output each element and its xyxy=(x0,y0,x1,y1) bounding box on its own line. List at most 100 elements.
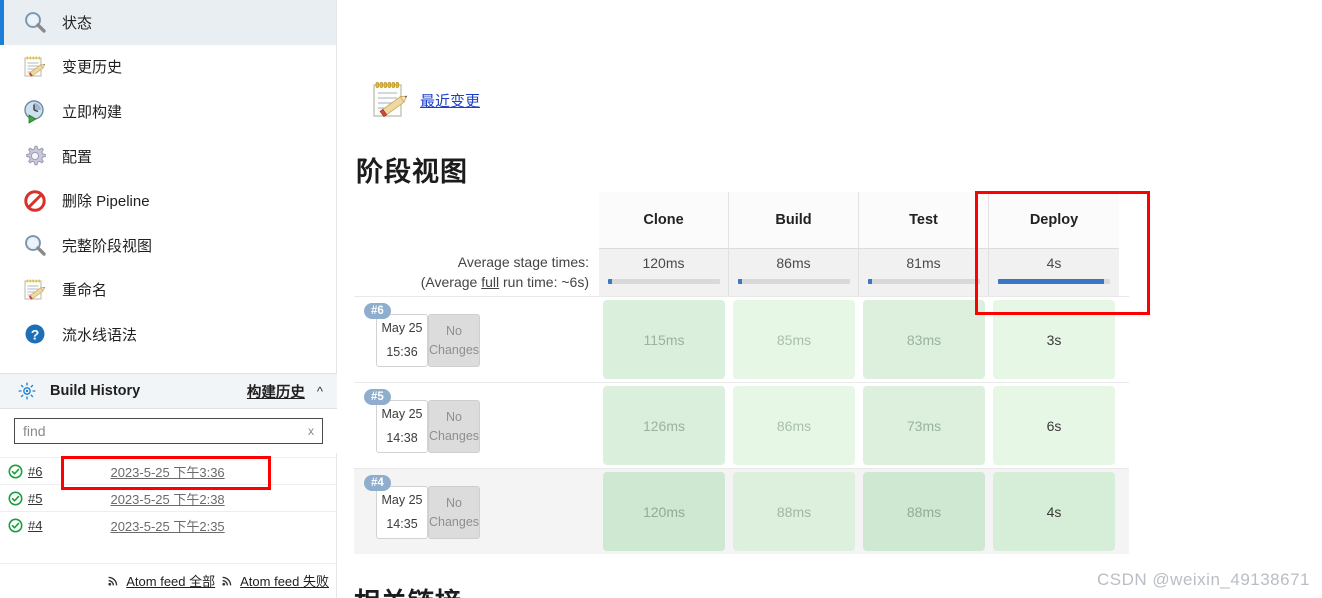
sidebar-item-label: 状态 xyxy=(62,14,93,32)
sidebar-item-label: 删除 Pipeline xyxy=(62,193,150,211)
build-changes-line1: No xyxy=(446,496,462,511)
build-number-link[interactable]: #5 xyxy=(28,491,42,506)
stage-cell-wrapper: 4s xyxy=(989,469,1119,554)
sidebar-item-1[interactable]: 状态 xyxy=(0,0,336,45)
sidebar-item-6[interactable]: 完整阶段视图 xyxy=(0,223,336,268)
build-changes-chip[interactable]: No Changes xyxy=(428,314,480,367)
stage-column-header: Test xyxy=(859,192,989,248)
rss-icon xyxy=(107,574,120,587)
build-date: May 25 xyxy=(381,406,423,421)
stage-duration-cell[interactable]: 73ms xyxy=(863,386,985,465)
success-check-icon xyxy=(8,491,23,506)
stage-view-build-row: #4 May 25 14:35 No Changes 120ms 88ms 88ms 4s xyxy=(354,468,1129,554)
stage-duration-cell[interactable]: 88ms xyxy=(733,472,855,551)
atom-feed-links: Atom feed 全部 Atom feed 失败 xyxy=(0,563,337,597)
average-stage-time-value: 81ms xyxy=(906,255,941,271)
stage-column-header: Deploy xyxy=(989,192,1119,248)
build-changes-line2: Changes xyxy=(428,342,480,357)
stage-duration-cell[interactable]: 4s xyxy=(993,472,1115,551)
atom-feed-link[interactable]: Atom feed 失败 xyxy=(240,571,329,590)
build-start-time-chip[interactable]: May 25 15:36 xyxy=(376,314,428,367)
average-stage-time-bar xyxy=(607,279,720,284)
stage-column-header: Clone xyxy=(599,192,729,248)
stage-view-average-cells: 120ms 86ms 81ms 4s xyxy=(599,248,1119,296)
stage-view-average-row: Average stage times: (Average full run t… xyxy=(354,248,1129,296)
build-time: 14:35 xyxy=(386,516,418,531)
search-input[interactable]: find x xyxy=(14,418,323,444)
build-date: May 25 xyxy=(381,320,423,335)
stage-view-header-lead xyxy=(354,192,599,248)
sidebar-item-label: 配置 xyxy=(62,148,93,166)
build-history-row[interactable]: #6 2023-5-25 下午3:36 xyxy=(0,457,337,484)
sun-gear-icon xyxy=(18,382,36,400)
sidebar-item-5[interactable]: 删除 Pipeline xyxy=(0,178,336,223)
related-links-heading: 相关链接 xyxy=(354,582,462,598)
gear-icon xyxy=(22,143,48,169)
success-check-icon xyxy=(8,518,23,533)
build-changes-line1: No xyxy=(446,410,462,425)
stage-duration-cell[interactable]: 120ms xyxy=(603,472,725,551)
stage-duration-cell[interactable]: 3s xyxy=(993,300,1115,379)
stage-cell-wrapper: 3s xyxy=(989,297,1119,382)
sidebar-item-4[interactable]: 配置 xyxy=(0,134,336,179)
build-changes-chip[interactable]: No Changes xyxy=(428,400,480,453)
build-history-row[interactable]: #5 2023-5-25 下午2:38 xyxy=(0,484,337,511)
stage-cell-wrapper: 88ms xyxy=(729,469,859,554)
build-changes-chip[interactable]: No Changes xyxy=(428,486,480,539)
stage-cell-wrapper: 126ms xyxy=(599,383,729,468)
build-history-header-right: 构建历史 ^ xyxy=(247,381,323,402)
magnifier-icon xyxy=(22,232,48,258)
notepad-pencil-icon xyxy=(22,54,48,80)
stage-duration-cell[interactable]: 85ms xyxy=(733,300,855,379)
build-history-row[interactable]: #4 2023-5-25 下午2:35 xyxy=(0,511,337,538)
build-info-cell: #6 May 25 15:36 No Changes xyxy=(354,297,599,382)
average-stage-time-cell: 81ms xyxy=(859,248,989,296)
page-root: 状态 变更历史 立即构建 配置 删除 Pipeline 完整阶段视图 重命名 ?… xyxy=(0,0,1322,598)
build-changes-line2: Changes xyxy=(428,514,480,529)
stage-cell-wrapper: 120ms xyxy=(599,469,729,554)
build-history-cn-label[interactable]: 构建历史 xyxy=(247,381,305,402)
chevron-up-icon[interactable]: ^ xyxy=(317,384,323,399)
stage-duration-cell[interactable]: 88ms xyxy=(863,472,985,551)
stage-duration-cell[interactable]: 126ms xyxy=(603,386,725,465)
stage-cell-wrapper: 88ms xyxy=(859,469,989,554)
build-date-link[interactable]: 2023-5-25 下午2:38 xyxy=(110,489,224,508)
stage-duration-cell[interactable]: 6s xyxy=(993,386,1115,465)
average-stage-time-value: 120ms xyxy=(642,255,685,271)
stage-view-header-cells: Clone Build Test Deploy xyxy=(599,192,1119,248)
build-date-link[interactable]: 2023-5-25 下午3:36 xyxy=(110,462,224,481)
search-input-placeholder: find xyxy=(23,423,46,439)
sidebar-item-8[interactable]: ? 流水线语法 xyxy=(0,312,336,357)
build-number-badge[interactable]: #4 xyxy=(364,475,391,491)
stage-duration-cell[interactable]: 86ms xyxy=(733,386,855,465)
build-number-link[interactable]: #6 xyxy=(28,464,42,479)
average-stage-time-cell: 120ms xyxy=(599,248,729,296)
build-number-link[interactable]: #4 xyxy=(28,518,42,533)
average-stage-time-value: 4s xyxy=(1046,255,1062,271)
stage-duration-cell[interactable]: 115ms xyxy=(603,300,725,379)
watermark: CSDN @weixin_49138671 xyxy=(1097,570,1310,589)
notepad-pencil-icon xyxy=(368,78,412,122)
build-number-badge[interactable]: #6 xyxy=(364,303,391,319)
clear-search-icon[interactable]: x xyxy=(308,424,314,438)
build-number-badge[interactable]: #5 xyxy=(364,389,391,405)
build-date-link[interactable]: 2023-5-25 下午2:35 xyxy=(110,516,224,535)
sidebar-item-2[interactable]: 变更历史 xyxy=(0,45,336,90)
stage-duration-cell[interactable]: 83ms xyxy=(863,300,985,379)
atom-feed-link[interactable]: Atom feed 全部 xyxy=(126,571,215,590)
build-start-time-chip[interactable]: May 25 14:38 xyxy=(376,400,428,453)
stage-cell-wrapper: 85ms xyxy=(729,297,859,382)
build-info-cell: #5 May 25 14:38 No Changes xyxy=(354,383,599,468)
average-stage-time-bar xyxy=(867,279,980,284)
build-start-time-chip[interactable]: May 25 14:35 xyxy=(376,486,428,539)
recent-changes-link-group[interactable]: 最近变更 xyxy=(368,78,480,122)
build-changes-line2: Changes xyxy=(428,428,480,443)
average-stage-time-cell: 4s xyxy=(989,248,1119,296)
sidebar-item-3[interactable]: 立即构建 xyxy=(0,89,336,134)
sidebar-item-7[interactable]: 重命名 xyxy=(0,268,336,313)
build-history-header[interactable]: Build History 构建历史 ^ xyxy=(0,373,337,409)
stage-view-table: Clone Build Test Deploy Average stage times… xyxy=(354,192,1129,554)
recent-changes-link[interactable]: 最近变更 xyxy=(420,90,480,111)
sidebar-item-label: 流水线语法 xyxy=(62,326,138,344)
average-stage-time-bar xyxy=(998,279,1110,284)
